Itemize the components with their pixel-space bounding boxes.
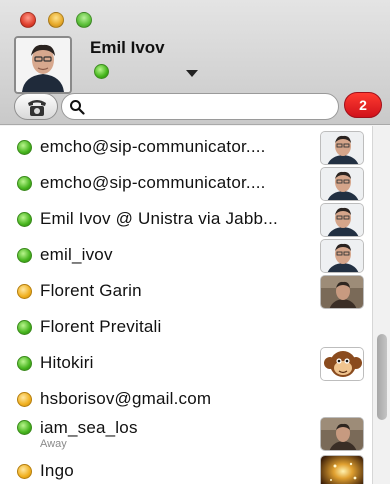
contact-name: hsborisov@gmail.com <box>40 389 212 408</box>
account-avatar[interactable] <box>14 36 72 94</box>
away-status-icon <box>17 464 32 479</box>
contact-row[interactable]: Florent Previtali <box>0 310 372 346</box>
contact-avatar <box>320 347 364 381</box>
scrollbar-thumb[interactable] <box>377 334 387 420</box>
contact-row[interactable]: emil_ivov <box>0 238 372 274</box>
contact-name: emil_ivov <box>40 245 113 264</box>
contact-list-window: Emil Ivov 2 emcho@sip-communicator.... em… <box>0 0 390 484</box>
contact-name: Florent Previtali <box>40 317 162 336</box>
contact-row[interactable]: Hitokiri <box>0 346 372 382</box>
contact-name: emcho@sip-communicator.... <box>40 173 266 192</box>
contact-name: Hitokiri <box>40 353 94 372</box>
account-status-icon[interactable] <box>94 64 109 79</box>
contact-list: emcho@sip-communicator.... emcho@sip-comm… <box>0 126 372 484</box>
contact-avatar <box>320 203 364 237</box>
search-field[interactable] <box>61 93 339 120</box>
zoom-window-button[interactable] <box>76 12 92 28</box>
search-input[interactable] <box>88 98 328 116</box>
contact-row[interactable]: emcho@sip-communicator.... <box>0 130 372 166</box>
contact-row[interactable]: Emil Ivov @ Unistra via Jabb... <box>0 202 372 238</box>
online-status-icon <box>17 356 32 371</box>
contact-row[interactable]: iam_sea_los Away <box>0 416 372 452</box>
contact-row[interactable]: emcho@sip-communicator.... <box>0 166 372 202</box>
account-name: Emil Ivov <box>90 38 165 57</box>
online-status-icon <box>17 140 32 155</box>
chevron-down-icon[interactable] <box>186 70 198 77</box>
away-status-icon <box>17 392 32 407</box>
contact-name: Ingo <box>40 461 74 480</box>
contact-row[interactable]: hsborisov@gmail.com <box>0 382 372 418</box>
away-status-icon <box>17 284 32 299</box>
close-window-button[interactable] <box>20 12 36 28</box>
contact-avatar <box>320 275 364 309</box>
contact-avatar <box>320 455 364 484</box>
contact-row[interactable]: Florent Garin <box>0 274 372 310</box>
dial-pad-button[interactable] <box>14 93 58 120</box>
contact-status-message: Away <box>40 438 67 450</box>
unread-notifications-badge[interactable]: 2 <box>344 92 382 118</box>
online-status-icon <box>17 176 32 191</box>
search-icon <box>70 100 85 115</box>
contact-avatar <box>320 167 364 201</box>
contact-name: iam_sea_los <box>40 418 138 437</box>
online-status-icon <box>17 248 32 263</box>
list-scrollbar[interactable] <box>372 126 390 484</box>
online-status-icon <box>17 320 32 335</box>
contact-name: Florent Garin <box>40 281 142 300</box>
contact-avatar <box>320 239 364 273</box>
online-status-icon <box>17 420 32 435</box>
contact-name: emcho@sip-communicator.... <box>40 137 266 156</box>
minimize-window-button[interactable] <box>48 12 64 28</box>
online-status-icon <box>17 212 32 227</box>
contact-avatar <box>320 417 364 451</box>
contact-name: Emil Ivov @ Unistra via Jabb... <box>40 209 278 228</box>
contact-avatar <box>320 131 364 165</box>
phone-icon <box>28 100 46 116</box>
account-header: Emil Ivov 2 <box>0 0 390 125</box>
contact-row[interactable]: Ingo <box>0 454 372 484</box>
